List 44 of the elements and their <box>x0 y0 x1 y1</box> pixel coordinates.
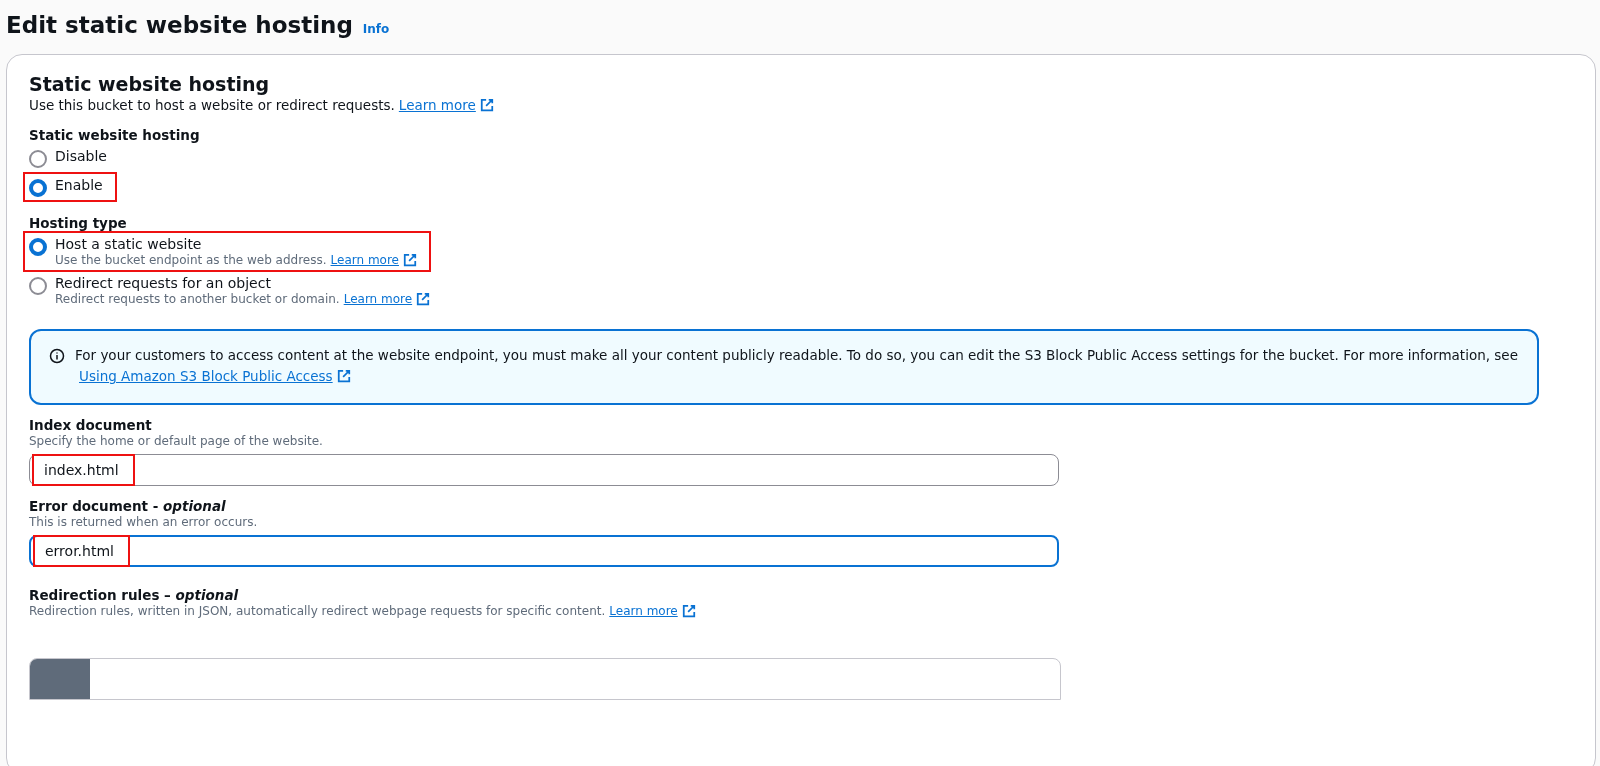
text-input[interactable]: error.html <box>29 534 1059 567</box>
highlighted-radio-option[interactable]: Enable <box>25 174 115 200</box>
highlighted-input-value: error.html <box>35 536 128 565</box>
group-label: Static website hosting <box>29 127 201 143</box>
code-editor[interactable] <box>29 657 1061 700</box>
radio-option[interactable]: Disable <box>25 145 119 171</box>
option-label: Host a static website <box>55 236 203 252</box>
section-description: Use this bucket to host a website or redirect requests. Learn more <box>29 97 1573 113</box>
info-link[interactable]: Info <box>362 22 390 36</box>
section-title: Static website hosting <box>29 73 271 95</box>
field-label: Redirection rules – optional <box>29 586 240 603</box>
field-label: Error document - optional <box>29 497 227 514</box>
field-description: Redirection rules, written in JSON, automatically redirect webpage requests for specific content. Learn more <box>29 603 1573 618</box>
learn-more-link[interactable]: Learn more <box>330 253 417 267</box>
learn-more-link[interactable]: Learn more <box>343 292 431 306</box>
external-link-icon <box>416 292 431 306</box>
group-label: Hosting type <box>29 215 128 231</box>
line-number-gutter <box>30 658 90 699</box>
option-label: Enable <box>55 177 103 193</box>
external-link-icon <box>402 253 417 267</box>
learn-more-link[interactable]: Learn more <box>398 97 494 113</box>
radio-button[interactable] <box>29 277 47 295</box>
alert-text: For your customers to access content at the website endpoint, you must make all your content publicly readable. To do so, you can edit the S3 Block Public Access settings for the bucket. For more information, see Using Amazon S3 Block Public Access <box>75 345 1519 387</box>
highlighted-input-value: index.html <box>34 455 133 484</box>
field-label: Index document <box>29 416 153 433</box>
option-description: Redirect requests to another bucket or domain. Learn more <box>55 292 431 306</box>
learn-more-link[interactable]: Learn more <box>609 603 696 618</box>
radio-button[interactable] <box>29 238 47 256</box>
info-icon <box>49 348 65 364</box>
block-public-access-link[interactable]: Using Amazon S3 Block Public Access <box>79 365 351 387</box>
page-title: Edit static website hosting <box>6 12 353 38</box>
external-link-icon <box>336 369 351 384</box>
field-description: This is returned when an error occurs. <box>29 514 259 529</box>
option-label: Disable <box>55 148 107 164</box>
radio-option[interactable]: Redirect requests for an object Redirect requests to another bucket or domain. Learn more <box>25 272 443 309</box>
option-label: Redirect requests for an object <box>55 275 272 291</box>
radio-button[interactable] <box>29 179 47 197</box>
radio-button[interactable] <box>29 150 47 168</box>
external-link-icon <box>479 98 494 112</box>
field-description: Specify the home or default page of the website. <box>29 433 324 448</box>
option-description: Use the bucket endpoint as the web address. Learn more <box>55 253 417 267</box>
text-input[interactable]: index.html <box>29 453 1059 486</box>
external-link-icon <box>681 603 696 618</box>
highlighted-radio-option[interactable]: Host a static website Use the bucket endpoint as the web address. Learn more <box>25 233 429 270</box>
